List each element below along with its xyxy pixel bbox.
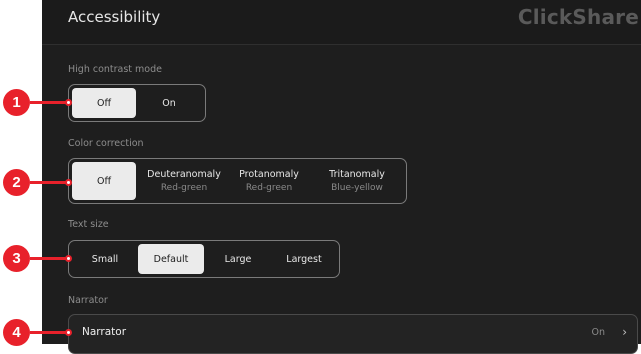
option-title: Deuteranomaly: [147, 169, 221, 180]
color-correction-selector: Off Deuteranomaly Red-green Protanomaly …: [68, 158, 407, 204]
text-size-selector: Small Default Large Largest: [68, 240, 340, 278]
text-size-option-largest[interactable]: Largest: [271, 244, 337, 274]
chevron-right-icon: ›: [622, 325, 627, 339]
color-correction-option-protanomaly[interactable]: Protanomaly Red-green: [229, 162, 309, 200]
text-size-option-small[interactable]: Small: [72, 244, 138, 274]
option-subtitle: Blue-yellow: [331, 183, 383, 193]
option-title: Off: [96, 175, 112, 187]
narrator-section-label: Narrator: [68, 295, 108, 306]
callout-badge-2: 2: [3, 169, 30, 196]
text-size-option-default[interactable]: Default: [138, 244, 204, 274]
header: Accessibility ClickShare: [42, 0, 641, 45]
option-subtitle: Red-green: [245, 183, 293, 193]
high-contrast-option-on[interactable]: On: [137, 88, 201, 118]
callout-badge-3: 3: [3, 245, 30, 272]
color-correction-option-off[interactable]: Off: [72, 162, 136, 200]
narrator-row-label: Narrator: [82, 326, 127, 338]
page-title: Accessibility: [68, 8, 161, 26]
high-contrast-toggle: Off On: [68, 84, 206, 122]
callout-dot-1: [65, 99, 72, 106]
color-correction-option-tritanomaly[interactable]: Tritanomaly Blue-yellow: [313, 162, 401, 200]
text-size-label: Text size: [68, 219, 109, 230]
high-contrast-label: High contrast mode: [68, 64, 162, 75]
option-title: Tritanomaly: [329, 169, 385, 180]
callout-dot-2: [65, 179, 72, 186]
narrator-row[interactable]: Narrator On ›: [68, 314, 638, 354]
callout-line-4: [30, 331, 68, 334]
option-subtitle: Red-green: [160, 183, 208, 193]
callout-line-2: [30, 181, 68, 184]
color-correction-label: Color correction: [68, 138, 144, 149]
color-correction-option-deuteranomaly[interactable]: Deuteranomaly Red-green: [141, 162, 227, 200]
option-title: Protanomaly: [239, 169, 299, 180]
callout-badge-1: 1: [3, 89, 30, 116]
brand-logo: ClickShare: [517, 5, 639, 29]
callout-dot-3: [65, 255, 72, 262]
callout-badge-4: 4: [3, 319, 30, 346]
callout-line-1: [30, 101, 68, 104]
high-contrast-option-off[interactable]: Off: [72, 88, 136, 118]
settings-screen: Accessibility ClickShare High contrast m…: [42, 0, 641, 354]
narrator-status: On: [591, 327, 606, 338]
callout-dot-4: [65, 329, 72, 336]
callout-line-3: [30, 257, 68, 260]
text-size-option-large[interactable]: Large: [205, 244, 271, 274]
